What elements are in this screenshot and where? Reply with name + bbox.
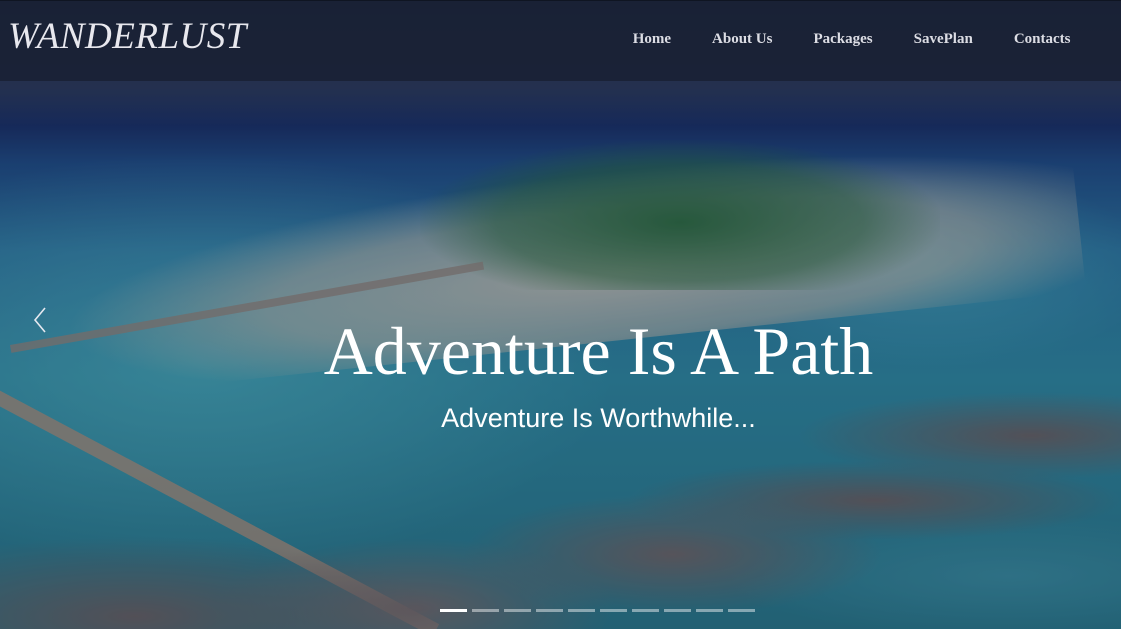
carousel-indicator[interactable] [472, 609, 499, 612]
nav-saveplan[interactable]: SavePlan [893, 31, 993, 48]
nav-about-us[interactable]: About Us [692, 31, 793, 48]
nav-contacts[interactable]: Contacts [993, 31, 1091, 48]
carousel-indicator[interactable] [536, 609, 563, 612]
carousel-indicator[interactable] [632, 609, 659, 612]
carousel-indicators [440, 609, 755, 612]
nav-menu: Home About Us Packages SavePlan Contacts [612, 31, 1091, 48]
carousel-indicator[interactable] [568, 609, 595, 612]
carousel-indicator[interactable] [696, 609, 723, 612]
carousel-indicator[interactable] [440, 609, 467, 612]
nav-packages[interactable]: Packages [793, 31, 893, 48]
carousel-subtitle: Adventure Is Worthwhile... [441, 403, 756, 433]
carousel-indicator[interactable] [728, 609, 755, 612]
navbar: WANDERLUST Home About Us Packages SavePl… [0, 0, 1121, 81]
nav-home[interactable]: Home [612, 31, 691, 48]
carousel-indicator[interactable] [600, 609, 627, 612]
brand-logo[interactable]: WANDERLUST [8, 15, 247, 58]
carousel-title: Adventure Is A Path [323, 313, 874, 389]
carousel-indicator[interactable] [664, 609, 691, 612]
carousel-indicator[interactable] [504, 609, 531, 612]
